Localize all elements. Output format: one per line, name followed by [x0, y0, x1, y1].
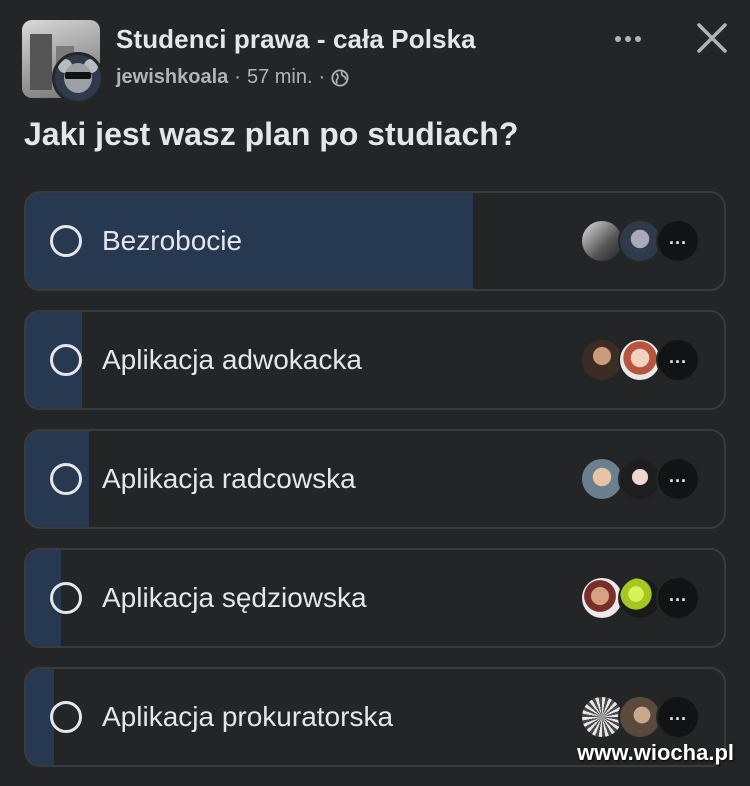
option-label: Bezrobocie [102, 225, 243, 256]
radio-button[interactable] [50, 344, 82, 376]
more-horizontal-icon[interactable] [610, 24, 646, 54]
globe-icon [331, 68, 349, 87]
radio-button[interactable] [50, 582, 82, 614]
more-voters-icon: ... [656, 457, 700, 501]
poll-option[interactable]: Aplikacja radcowska ... [24, 429, 726, 529]
watermark: www.wiocha.pl [577, 740, 734, 765]
more-voters-icon: ... [656, 219, 700, 263]
poll-options: Bezrobocie ... Aplikacja adwokacka ... A… [24, 191, 726, 786]
post-meta: jewishkoala · 57 min. · [116, 66, 349, 89]
radio-button[interactable] [50, 701, 82, 733]
post-header: Studenci prawa - cała Polska jewishkoala… [22, 20, 732, 104]
author-name[interactable]: jewishkoala [116, 66, 228, 89]
poll-option[interactable]: Aplikacja sędziowska ... [24, 548, 726, 648]
more-voters-icon: ... [656, 576, 700, 620]
voter-avatars[interactable]: ... [580, 219, 702, 263]
more-voters-icon: ... [656, 338, 700, 382]
post-time[interactable]: 57 min. [247, 66, 313, 89]
close-icon[interactable] [694, 20, 730, 56]
group-name[interactable]: Studenci prawa - cała Polska [116, 24, 476, 55]
poll-option[interactable]: Bezrobocie ... [24, 191, 726, 291]
meta-separator: · [234, 66, 241, 88]
vote-fill-bar [26, 193, 473, 289]
option-label: Aplikacja radcowska [102, 463, 356, 494]
voter-avatars[interactable]: ... [580, 695, 702, 739]
option-label: Aplikacja adwokacka [102, 344, 362, 375]
voter-avatars[interactable]: ... [580, 457, 702, 501]
poll-question: Jaki jest wasz plan po studiach? [24, 116, 519, 152]
more-voters-icon: ... [656, 695, 700, 739]
voter-avatars[interactable]: ... [580, 576, 702, 620]
poll-option[interactable]: Aplikacja adwokacka ... [24, 310, 726, 410]
author-avatar[interactable] [52, 52, 104, 104]
radio-button[interactable] [50, 225, 82, 257]
option-label: Aplikacja sędziowska [102, 582, 367, 613]
option-label: Aplikacja prokuratorska [102, 701, 394, 732]
radio-button[interactable] [50, 463, 82, 495]
voter-avatars[interactable]: ... [580, 338, 702, 382]
meta-separator: · [318, 66, 326, 88]
